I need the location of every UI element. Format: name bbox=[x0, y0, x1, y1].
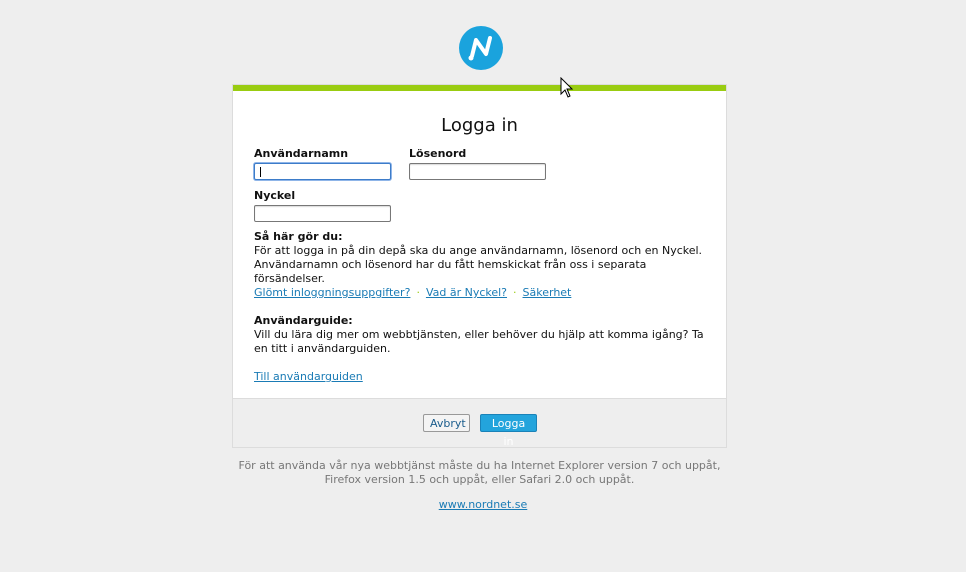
browser-requirements-note: För att använda vår nya webbtjänst måste… bbox=[238, 459, 721, 486]
key-label: Nyckel bbox=[254, 189, 296, 202]
guide-section: Användarguide: Vill du lära dig mer om w… bbox=[254, 314, 704, 356]
page-title: Logga in bbox=[441, 115, 518, 136]
howto-text: För att logga in på din depå ska du ange… bbox=[254, 244, 703, 285]
link-separator: · bbox=[416, 286, 420, 299]
guide-text: Vill du lära dig mer om webbtjänsten, el… bbox=[254, 328, 704, 355]
username-label: Användarnamn bbox=[254, 147, 349, 160]
username-input[interactable] bbox=[254, 163, 391, 180]
key-input[interactable] bbox=[254, 205, 391, 222]
security-link[interactable]: Säkerhet bbox=[523, 286, 572, 299]
link-separator: · bbox=[513, 286, 517, 299]
text-caret bbox=[260, 167, 261, 177]
user-guide-link[interactable]: Till användarguiden bbox=[254, 370, 363, 383]
nordnet-logo-icon bbox=[459, 26, 503, 70]
forgot-credentials-link[interactable]: Glömt inloggningsuppgifter? bbox=[254, 286, 410, 299]
howto-heading: Så här gör du: bbox=[254, 230, 343, 243]
howto-section: Så här gör du: För att logga in på din d… bbox=[254, 230, 704, 286]
password-label: Lösenord bbox=[409, 147, 467, 160]
nordnet-site-link[interactable]: www.nordnet.se bbox=[0, 498, 966, 511]
what-is-key-link[interactable]: Vad är Nyckel? bbox=[426, 286, 507, 299]
login-panel: Logga in Användarnamn Lösenord Nyckel Så… bbox=[233, 85, 726, 448]
button-bar: Avbryt Logga in bbox=[233, 398, 726, 448]
cancel-button[interactable]: Avbryt bbox=[423, 414, 470, 432]
password-input[interactable] bbox=[409, 163, 546, 180]
guide-heading: Användarguide: bbox=[254, 314, 353, 327]
accent-bar bbox=[233, 85, 726, 91]
mouse-pointer-icon bbox=[560, 77, 574, 98]
login-button[interactable]: Logga in bbox=[480, 414, 537, 448]
help-links: Glömt inloggningsuppgifter? · Vad är Nycke… bbox=[254, 286, 571, 299]
